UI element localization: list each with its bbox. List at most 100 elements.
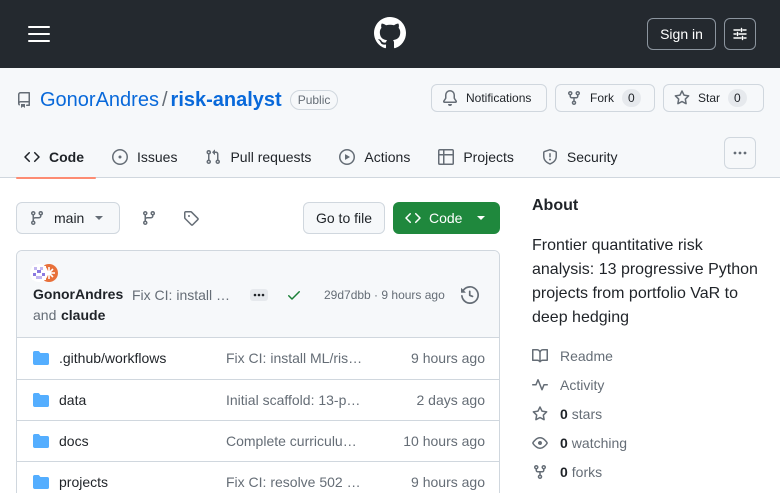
latest-commit: GonorAndres Fix CI: install ML/risk depe… <box>17 251 499 338</box>
tab-projects[interactable]: Projects <box>430 136 526 178</box>
repo-title: GonorAndres / risk-analyst Public <box>16 88 339 112</box>
file-commit-message[interactable]: Initial scaffold: 13-project curriculum <box>226 392 364 408</box>
file-name[interactable]: .github/workflows <box>59 350 166 366</box>
fork-count: 0 <box>622 89 641 107</box>
chevron-down-icon <box>94 215 104 221</box>
file-name[interactable]: docs <box>59 433 89 449</box>
file-row[interactable]: docs Complete curriculum documentation 1… <box>17 420 499 461</box>
fork-label: Fork <box>590 91 614 105</box>
tab-issues-label: Issues <box>137 149 178 165</box>
file-commit-message[interactable]: Fix CI: install ML/risk dependencies <box>226 350 364 366</box>
fork-icon <box>566 90 590 106</box>
branch-icon <box>29 210 45 226</box>
go-to-file-button[interactable]: Go to file <box>303 202 385 234</box>
notifications-button[interactable]: Notifications <box>431 84 547 112</box>
readme-label: Readme <box>560 348 613 364</box>
repo-tabs: Code Issues Pull requests Actions Projec… <box>16 136 637 179</box>
star-icon <box>674 90 698 106</box>
more-options-icon[interactable] <box>724 137 756 169</box>
folder-icon <box>33 392 49 408</box>
stars-count: 0 <box>560 406 568 422</box>
shield-icon <box>542 149 567 165</box>
fork-icon <box>532 464 560 480</box>
sliders-icon[interactable] <box>724 18 756 50</box>
visibility-badge: Public <box>289 90 339 110</box>
repo-icon <box>16 92 32 108</box>
eye-icon <box>532 435 560 451</box>
tab-code-label: Code <box>49 149 84 165</box>
tab-security[interactable]: Security <box>534 136 630 178</box>
tab-code[interactable]: Code <box>16 136 96 179</box>
pull-request-icon <box>205 149 230 165</box>
folder-icon <box>33 433 49 449</box>
file-time: 2 days ago <box>416 392 486 408</box>
watching-label: watching <box>571 435 628 451</box>
top-header: Sign in <box>0 0 780 68</box>
repo-name-link[interactable]: risk-analyst <box>171 89 282 112</box>
notifications-label: Notifications <box>466 91 532 105</box>
forks-label: forks <box>571 464 603 480</box>
file-browser: GonorAndres Fix CI: install ML/risk depe… <box>16 250 500 493</box>
stars-link[interactable]: 0 stars <box>532 404 602 424</box>
avatar[interactable] <box>30 263 60 285</box>
fork-button[interactable]: Fork 0 <box>555 84 655 112</box>
forks-count: 0 <box>560 464 568 480</box>
bell-icon <box>442 90 466 106</box>
file-row[interactable]: data Initial scaffold: 13-project curric… <box>17 379 499 420</box>
play-icon <box>339 149 364 165</box>
readme-link[interactable]: Readme <box>532 346 613 366</box>
file-time: 10 hours ago <box>403 433 485 449</box>
code-icon <box>405 210 421 226</box>
expand-message-icon[interactable] <box>250 289 268 301</box>
activity-link[interactable]: Activity <box>532 375 604 395</box>
commit-hash-time[interactable]: 29d7dbb · 9 hours ago <box>324 288 445 302</box>
activity-label: Activity <box>560 377 605 393</box>
tab-actions-label: Actions <box>364 149 411 165</box>
github-mark-icon[interactable] <box>374 17 406 49</box>
tab-issues[interactable]: Issues <box>104 136 189 178</box>
folder-icon <box>33 350 49 366</box>
watching-count: 0 <box>560 435 568 451</box>
file-name[interactable]: projects <box>59 474 108 490</box>
tag-icon[interactable] <box>175 202 207 234</box>
stars-label: stars <box>571 406 603 422</box>
branches-icon[interactable] <box>133 202 165 234</box>
star-label: Star <box>698 91 721 105</box>
commit-author[interactable]: GonorAndres <box>33 286 123 302</box>
tab-pull-requests[interactable]: Pull requests <box>197 136 323 178</box>
check-icon[interactable] <box>286 287 302 303</box>
about-description: Frontier quantitative risk analysis: 13 … <box>532 237 758 326</box>
about-title: About <box>532 197 579 214</box>
repo-header: GonorAndres / risk-analyst Public Notifi… <box>0 68 780 179</box>
table-icon <box>438 149 463 165</box>
sign-in-button[interactable]: Sign in <box>647 18 716 50</box>
tab-projects-label: Projects <box>463 149 514 165</box>
file-commit-message[interactable]: Fix CI: resolve 502 test failures <box>226 474 364 490</box>
branch-select-button[interactable]: main <box>16 202 120 234</box>
watching-link[interactable]: 0 watching <box>532 433 627 453</box>
file-time: 9 hours ago <box>411 474 485 490</box>
chevron-down-icon <box>476 215 486 221</box>
book-icon <box>532 348 560 364</box>
folder-icon <box>33 474 49 490</box>
code-dropdown-button[interactable]: Code <box>393 202 500 234</box>
tab-pull-requests-label: Pull requests <box>230 149 312 165</box>
file-time: 9 hours ago <box>411 350 485 366</box>
file-name[interactable]: data <box>59 392 86 408</box>
commit-message[interactable]: Fix CI: install ML/risk dependencies <box>132 287 236 303</box>
hamburger-icon[interactable] <box>22 20 56 48</box>
file-commit-message[interactable]: Complete curriculum documentation <box>226 433 364 449</box>
tab-security-label: Security <box>566 149 618 165</box>
commit-coauthor[interactable]: claude <box>61 307 105 323</box>
star-button[interactable]: Star 0 <box>663 84 764 112</box>
code-button-label: Code <box>429 210 463 226</box>
forks-link[interactable]: 0 forks <box>532 462 602 482</box>
pulse-icon <box>532 377 560 393</box>
star-icon <box>532 406 560 422</box>
file-row[interactable]: .github/workflows Fix CI: install ML/ris… <box>17 338 499 379</box>
history-icon[interactable] <box>461 286 479 304</box>
issue-icon <box>112 149 137 165</box>
tab-actions[interactable]: Actions <box>331 136 422 178</box>
repo-owner-link[interactable]: GonorAndres <box>40 89 159 112</box>
file-row[interactable]: projects Fix CI: resolve 502 test failur… <box>17 461 499 493</box>
